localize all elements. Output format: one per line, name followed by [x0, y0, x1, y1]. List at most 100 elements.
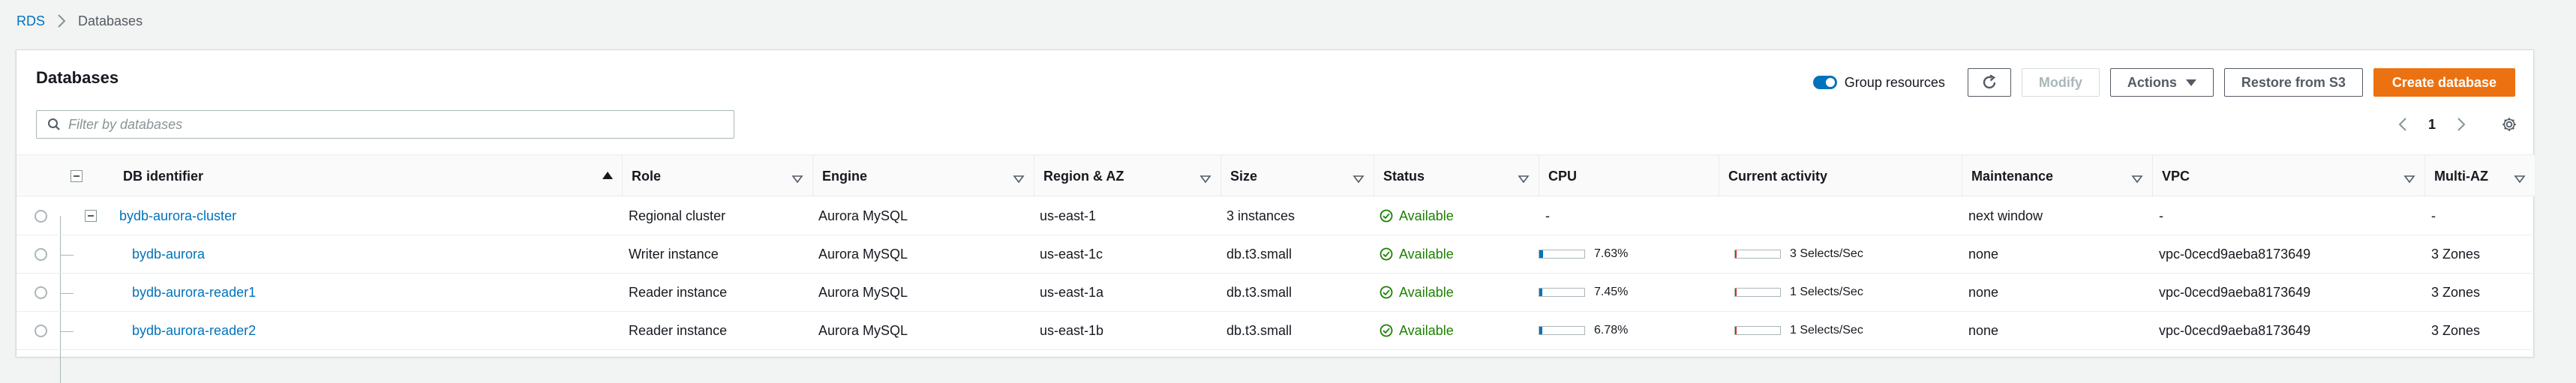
cpu-value: 7.45% [1594, 286, 1629, 298]
toolbar: Group resources Modify Actions Restore f… [1812, 68, 2515, 97]
pagination: 1 [2395, 112, 2517, 137]
activity-bar [1734, 288, 1781, 297]
status-text: Available [1399, 284, 1454, 300]
search-input[interactable] [68, 116, 713, 133]
role-cell: Writer instance [629, 246, 719, 262]
tree-branch [60, 255, 74, 256]
cpu-usage-fill [1539, 289, 1543, 296]
cpu-usage-fill [1539, 327, 1543, 334]
column-activity-label: Current activity [1728, 168, 1828, 184]
gear-icon[interactable] [2502, 115, 2517, 133]
column-status[interactable]: Status [1374, 155, 1539, 197]
activity-cell: 1 Selects/Sec [1734, 312, 1863, 349]
role-cell: Reader instance [629, 322, 728, 338]
databases-panel: Databases Group resources Modify Actions… [16, 49, 2535, 383]
column-cpu-label: CPU [1548, 168, 1578, 184]
status-cell: Available [1380, 197, 1454, 235]
sort-icon [1353, 172, 1365, 187]
sort-icon [2131, 172, 2143, 187]
collapse-row-icon[interactable] [85, 210, 97, 222]
size-cell: db.t3.small [1226, 284, 1293, 300]
group-resources-toggle-wrap: Group resources [1812, 74, 1945, 91]
previous-page-icon[interactable] [2395, 115, 2410, 133]
column-maintenance[interactable]: Maintenance [1962, 155, 2152, 197]
size-cell: db.t3.small [1226, 246, 1293, 262]
sort-icon [2514, 172, 2526, 187]
panel-title: Databases [36, 68, 119, 87]
activity-fill [1735, 327, 1737, 334]
region-cell: us-east-1a [1040, 284, 1104, 300]
cpu-value: 6.78% [1594, 324, 1629, 337]
row-select-radio[interactable] [35, 209, 47, 223]
actions-label: Actions [2127, 74, 2177, 90]
multi-az-cell: 3 Zones [2431, 246, 2481, 262]
maintenance-cell: none [1968, 284, 1999, 300]
activity-fill [1735, 250, 1737, 258]
column-cpu[interactable]: CPU [1539, 155, 1719, 197]
db-identifier-link[interactable]: bydb-aurora-reader1 [132, 274, 256, 311]
breadcrumb: RDS Databases [17, 0, 143, 42]
cpu-cell: 7.45% [1539, 274, 1628, 311]
cpu-cell: - [1545, 208, 1550, 223]
breadcrumb-rds-link[interactable]: RDS [17, 13, 45, 29]
next-page-icon[interactable] [2454, 115, 2469, 133]
modify-button[interactable]: Modify [2021, 68, 2100, 97]
cpu-usage-fill [1539, 250, 1543, 258]
db-identifier-link[interactable]: bydb-aurora-cluster [119, 197, 236, 235]
sort-ascending-icon [602, 172, 613, 179]
activity-cell: 1 Selects/Sec [1734, 274, 1863, 311]
group-resources-label: Group resources [1844, 74, 1945, 90]
vpc-cell: - [2159, 208, 2163, 223]
maintenance-cell: none [1968, 246, 1999, 262]
column-size-label: Size [1230, 168, 1258, 184]
row-select-radio[interactable] [35, 247, 47, 261]
sort-icon [791, 172, 803, 187]
tree-branch [60, 331, 74, 332]
row-select-radio[interactable] [35, 324, 47, 337]
column-size[interactable]: Size [1220, 155, 1374, 197]
multi-az-cell: 3 Zones [2431, 322, 2481, 338]
status-cell: Available [1380, 235, 1454, 273]
table-header: DB identifier Role Engine Region & AZ Si… [17, 154, 2535, 197]
create-database-button[interactable]: Create database [2373, 68, 2515, 97]
region-cell: us-east-1b [1040, 322, 1104, 338]
sort-icon [1199, 172, 1211, 187]
table-row[interactable]: bydb-aurora-cluster Regional cluster Aur… [17, 197, 2535, 235]
group-resources-toggle[interactable] [1812, 76, 1837, 89]
check-circle-icon [1380, 286, 1393, 299]
db-identifier-link[interactable]: bydb-aurora-reader2 [132, 312, 256, 349]
status-text: Available [1399, 246, 1454, 262]
refresh-button[interactable] [1967, 68, 2011, 97]
restore-from-s3-button[interactable]: Restore from S3 [2223, 68, 2363, 97]
actions-button[interactable]: Actions [2109, 68, 2214, 97]
tree-branch [60, 293, 74, 294]
table-row[interactable]: bydb-aurora-reader1 Reader instance Auro… [17, 274, 2535, 312]
activity-value: 1 Selects/Sec [1790, 286, 1863, 298]
engine-cell: Aurora MySQL [818, 284, 908, 300]
column-role[interactable]: Role [622, 155, 812, 197]
column-multi-az[interactable]: Multi-AZ [2424, 155, 2535, 197]
column-vpc[interactable]: VPC [2152, 155, 2424, 197]
column-current-activity[interactable]: Current activity [1719, 155, 1962, 197]
row-select-radio[interactable] [35, 286, 47, 299]
engine-cell: Aurora MySQL [818, 246, 908, 262]
column-maintenance-label: Maintenance [1971, 168, 2054, 184]
cpu-cell: 6.78% [1539, 312, 1628, 349]
size-cell: 3 instances [1226, 208, 1296, 223]
role-cell: Reader instance [629, 284, 728, 300]
check-circle-icon [1380, 324, 1393, 337]
maintenance-cell: next window [1968, 208, 2043, 223]
column-region-az[interactable]: Region & AZ [1034, 155, 1220, 197]
db-identifier-link[interactable]: bydb-aurora [132, 235, 205, 273]
column-db-identifier[interactable]: DB identifier [114, 155, 622, 197]
vpc-cell: vpc-0cecd9aeba8173649 [2159, 246, 2311, 262]
page-number[interactable]: 1 [2428, 117, 2436, 133]
column-vpc-label: VPC [2162, 168, 2190, 184]
engine-cell: Aurora MySQL [818, 208, 908, 223]
table-row[interactable]: bydb-aurora-reader2 Reader instance Auro… [17, 312, 2535, 350]
table-row[interactable]: bydb-aurora Writer instance Aurora MySQL… [17, 235, 2535, 274]
collapse-all-icon[interactable] [71, 170, 83, 182]
vpc-cell: vpc-0cecd9aeba8173649 [2159, 322, 2311, 338]
column-engine-label: Engine [822, 168, 868, 184]
column-engine[interactable]: Engine [812, 155, 1034, 197]
